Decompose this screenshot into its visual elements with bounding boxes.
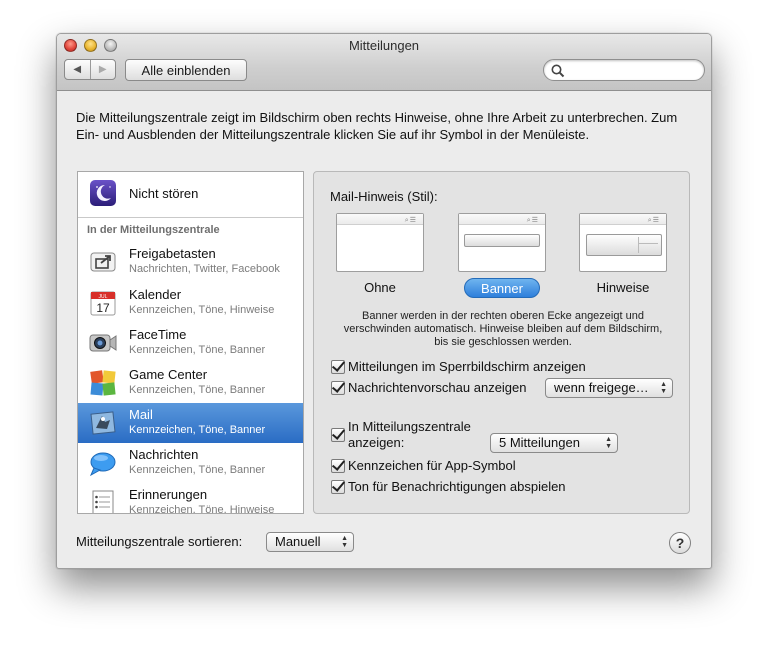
detail-panel: Mail-Hinweis (Stil): ⌕☰ ⌕☰ ⌕☰ Ohne Banne… <box>313 171 690 514</box>
item-name: Game Center <box>129 367 208 382</box>
calendar-icon: JUL 17 <box>90 291 116 316</box>
list-item-kalender[interactable]: JUL 17 Kalender Kennzeichen, Töne, Hinwe… <box>78 283 303 323</box>
count-popup[interactable]: 5 Mitteilungen ▲ ▼ <box>490 433 618 453</box>
list-item-freigabetasten[interactable]: Freigabetasten Nachrichten, Twitter, Fac… <box>78 242 303 282</box>
back-forward-group: ◀ ▶ <box>64 59 116 80</box>
item-subtitle: Kennzeichen, Töne, Banner <box>129 344 266 356</box>
intro-text: Die Mitteilungszentrale zeigt im Bildsch… <box>76 110 678 142</box>
item-name: FaceTime <box>129 327 187 342</box>
checkbox-checked[interactable] <box>331 428 345 442</box>
search-field[interactable] <box>543 59 705 81</box>
checkbox-checked[interactable] <box>331 480 345 494</box>
sound-checkbox[interactable]: Ton für Benachrichtigungen abspielen <box>331 479 566 494</box>
window-title: Mitteilungen <box>348 38 420 53</box>
show-all-button[interactable]: Alle einblenden <box>125 59 247 81</box>
item-subtitle: Kennzeichen, Töne, Hinweise <box>129 304 275 316</box>
alert-preview <box>586 234 662 256</box>
list-item-game-center[interactable]: Game Center Kennzeichen, Töne, Banner <box>78 363 303 403</box>
checkbox-checked[interactable] <box>331 459 345 473</box>
reminders-icon <box>92 490 114 513</box>
mail-icon <box>90 411 116 435</box>
moon-icon <box>90 180 116 206</box>
do-not-disturb-row[interactable]: Nicht stören <box>78 172 303 218</box>
menubar-mini-icon: ⌕☰ <box>526 217 539 224</box>
preview-checkbox[interactable]: Nachrichtenvorschau anzeigen <box>331 380 527 395</box>
do-not-disturb-label: Nicht stören <box>129 186 199 201</box>
style-option-banner[interactable]: ⌕☰ <box>458 213 546 272</box>
section-header: In der Mitteilungszentrale <box>87 224 220 236</box>
sort-label: Mitteilungszentrale sortieren: <box>76 534 243 549</box>
style-label-none[interactable]: Ohne <box>330 280 430 295</box>
calendar-month: JUL <box>99 294 108 300</box>
list-item-facetime[interactable]: FaceTime Kennzeichen, Töne, Banner <box>78 323 303 363</box>
item-name: Mail <box>129 407 153 422</box>
style-label-alerts[interactable]: Hinweise <box>573 280 673 295</box>
style-label-banner[interactable]: Banner <box>464 278 540 298</box>
popup-arrows-icon: ▲ ▼ <box>605 436 612 450</box>
popup-value: Manuell <box>275 534 321 549</box>
app-list[interactable]: Nicht stören In der Mitteilungszentrale … <box>77 171 304 514</box>
checkbox-label: Nachrichtenvorschau anzeigen <box>348 380 527 395</box>
game-center-icon <box>90 370 116 396</box>
popup-value: wenn freigege… <box>554 380 649 395</box>
lock-screen-checkbox[interactable]: Mitteilungen im Sperrbildschirm anzeigen <box>331 359 586 374</box>
facetime-icon <box>89 334 117 352</box>
back-button[interactable]: ◀ <box>65 60 90 79</box>
style-option-none[interactable]: ⌕☰ <box>336 213 424 272</box>
list-item-mail[interactable]: Mail Kennzeichen, Töne, Banner <box>78 403 303 443</box>
popup-arrows-icon: ▲ ▼ <box>341 535 348 549</box>
popup-value: 5 Mitteilungen <box>499 435 580 450</box>
badge-checkbox[interactable]: Kennzeichen für App-Symbol <box>331 458 516 473</box>
list-item-erinnerungen[interactable]: Erinnerungen Kennzeichen, Töne, Hinweise <box>78 483 303 514</box>
item-name: Kalender <box>129 287 182 302</box>
preview-popup[interactable]: wenn freigege… ▲ ▼ <box>545 378 673 398</box>
menubar-mini-icon: ⌕☰ <box>647 217 660 224</box>
item-subtitle: Kennzeichen, Töne, Banner <box>129 384 266 396</box>
popup-arrows-icon: ▲ ▼ <box>660 381 667 395</box>
share-icon <box>90 252 116 272</box>
item-subtitle: Kennzeichen, Töne, Banner <box>129 464 266 476</box>
checkbox-label: Kennzeichen für App-Symbol <box>348 458 516 473</box>
item-name: Nachrichten <box>129 447 199 462</box>
forward-arrow-icon: ▶ <box>98 64 107 75</box>
item-subtitle: Nachrichten, Twitter, Facebook <box>129 263 280 275</box>
item-subtitle: Kennzeichen, Töne, Hinweise <box>129 504 275 514</box>
style-option-alerts[interactable]: ⌕☰ <box>579 213 667 272</box>
alert-style-title: Mail-Hinweis (Stil): <box>330 189 438 204</box>
back-arrow-icon: ◀ <box>73 64 82 75</box>
checkbox-label-line1: In Mitteilungszentrale <box>348 419 471 434</box>
help-button[interactable]: ? <box>669 532 691 554</box>
in-center-checkbox[interactable]: In Mitteilungszentrale anzeigen: <box>331 419 471 451</box>
style-description: Banner werden in der rechten oberen Ecke… <box>343 310 663 348</box>
checkbox-label: Ton für Benachrichtigungen abspielen <box>348 479 566 494</box>
banner-preview <box>464 234 540 247</box>
sort-popup[interactable]: Manuell ▲ ▼ <box>266 532 354 552</box>
checkbox-label-line2: anzeigen: <box>348 435 405 450</box>
checkbox-label: Mitteilungen im Sperrbildschirm anzeigen <box>348 359 586 374</box>
title-bar: Mitteilungen ◀ ▶ Alle einblenden <box>57 34 711 91</box>
checkbox-checked[interactable] <box>331 360 345 374</box>
preferences-window: Mitteilungen ◀ ▶ Alle einblenden Die Mit… <box>56 33 712 569</box>
list-item-nachrichten[interactable]: Nachrichten Kennzeichen, Töne, Banner <box>78 443 303 483</box>
menubar-mini-icon: ⌕☰ <box>404 217 417 224</box>
search-icon <box>551 64 565 78</box>
forward-button[interactable]: ▶ <box>89 60 116 79</box>
calendar-day: 17 <box>96 301 110 315</box>
item-name: Freigabetasten <box>129 246 216 261</box>
item-name: Erinnerungen <box>129 487 208 502</box>
item-subtitle: Kennzeichen, Töne, Banner <box>129 424 266 436</box>
messages-icon <box>89 452 116 477</box>
checkbox-checked[interactable] <box>331 381 345 395</box>
